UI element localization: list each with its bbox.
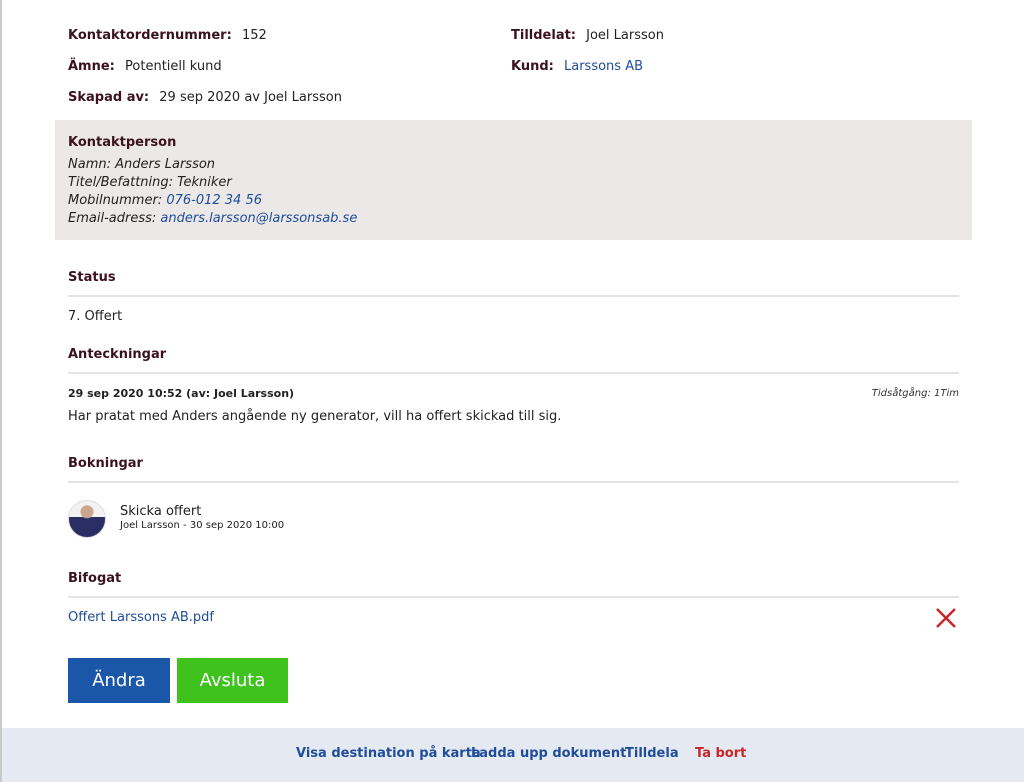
note-meta: 29 sep 2020 10:52 (av: Joel Larsson) (68, 387, 295, 400)
order-number-value: 152 (241, 28, 267, 43)
status-title: Status (68, 270, 116, 285)
contact-person-panel: Kontaktperson Namn: Anders Larsson Titel… (55, 120, 972, 240)
created-field: Skapad av: 29 sep 2020 av Joel Larsson (68, 90, 342, 105)
assigned-label: Tilldelat: (511, 28, 576, 43)
bookings-divider (68, 481, 959, 483)
status-divider (68, 295, 959, 297)
close-icon[interactable] (934, 606, 958, 630)
order-number-field: Kontaktordernummer: 152 (68, 28, 267, 43)
subject-field: Ämne: Potentiell kund (68, 59, 222, 74)
attachments-divider (68, 596, 959, 598)
assign-link[interactable]: Tilldela (625, 746, 679, 761)
assigned-field: Tilldelat: Joel Larsson (511, 28, 664, 43)
contact-title-value: Tekniker (177, 175, 232, 190)
contact-title-line: Titel/Befattning: Tekniker (68, 175, 232, 190)
contact-mobile-label: Mobilnummer: (68, 193, 163, 208)
contact-email-link[interactable]: anders.larsson@larssonsab.se (160, 211, 357, 226)
customer-field: Kund: Larssons AB (511, 59, 643, 74)
attachments-title: Bifogat (68, 571, 122, 586)
contact-person-title: Kontaktperson (68, 135, 177, 150)
assigned-value: Joel Larsson (586, 28, 664, 43)
delete-link[interactable]: Ta bort (695, 746, 746, 761)
show-map-link[interactable]: Visa destination på karta (296, 746, 481, 761)
contact-name-line: Namn: Anders Larsson (68, 157, 215, 172)
created-label: Skapad av: (68, 90, 150, 105)
contact-email-line: Email-adress: anders.larsson@larssonsab.… (68, 211, 357, 226)
contact-name-value: Anders Larsson (115, 157, 216, 172)
note-time-spent: Tidsåtgång: 1Tim (871, 388, 959, 399)
note-text: Har pratat med Anders angående ny genera… (68, 409, 562, 424)
footer-actions: Visa destination på karta Ladda upp doku… (2, 728, 1024, 782)
contact-email-label: Email-adress: (68, 211, 157, 226)
upload-document-link[interactable]: Ladda upp dokument (471, 746, 626, 761)
subject-label: Ämne: (68, 59, 115, 74)
contact-mobile-link[interactable]: 076-012 34 56 (166, 193, 262, 208)
bookings-title: Bokningar (68, 456, 143, 471)
order-number-label: Kontaktordernummer: (68, 28, 232, 43)
avatar (68, 500, 106, 538)
notes-divider (68, 372, 959, 374)
contact-title-label: Titel/Befattning: (68, 175, 174, 190)
attachment-file-link[interactable]: Offert Larssons AB.pdf (68, 610, 214, 625)
customer-link[interactable]: Larssons AB (564, 59, 643, 74)
contact-name-label: Namn: (68, 157, 111, 172)
booking-subtitle: Joel Larsson - 30 sep 2020 10:00 (120, 520, 285, 531)
subject-value: Potentiell kund (125, 59, 222, 74)
notes-title: Anteckningar (68, 347, 167, 362)
customer-label: Kund: (511, 59, 554, 74)
finish-button[interactable]: Avsluta (177, 658, 288, 703)
created-value: 29 sep 2020 av Joel Larsson (159, 90, 342, 105)
status-value: 7. Offert (68, 309, 123, 324)
contact-mobile-line: Mobilnummer: 076-012 34 56 (68, 193, 262, 208)
edit-button[interactable]: Ändra (68, 658, 170, 703)
booking-title[interactable]: Skicka offert (120, 504, 201, 519)
